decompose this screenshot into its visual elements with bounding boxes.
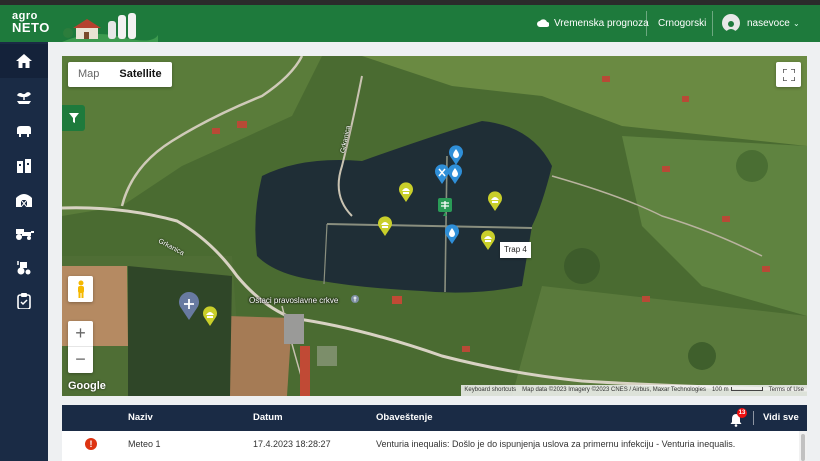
sidebar <box>0 42 48 461</box>
marker-tooltip: Trap 4 <box>500 242 531 258</box>
zoom-in-button[interactable]: + <box>68 321 93 347</box>
sidebar-item-machinery[interactable] <box>0 216 48 250</box>
weather-forecast-link[interactable]: Vremenska prognoza <box>537 5 649 42</box>
barn-icon <box>16 193 32 207</box>
avatar <box>722 14 740 32</box>
username: nasevoce <box>747 18 790 29</box>
zoom-control: + − <box>68 321 93 373</box>
farm-illustration-icon <box>62 13 158 42</box>
column-header-date: Datum <box>253 412 283 423</box>
alert-icon: ! <box>85 438 97 450</box>
sidebar-item-spraying[interactable] <box>0 250 48 284</box>
insect-trap-marker-icon[interactable] <box>377 216 393 236</box>
notifications-table: Naziv Datum Obaveštenje 13 Vidi sve ! Me… <box>62 405 807 461</box>
weather-station-marker-icon[interactable] <box>448 145 464 165</box>
app-logo[interactable]: agro NETO <box>12 11 52 37</box>
scale-label: 100 m <box>711 387 729 393</box>
table-row[interactable]: ! Meteo 1 17.4.2023 18:28:27 Venturia in… <box>62 431 799 461</box>
notification-count-badge: 13 <box>737 408 747 418</box>
tractor-icon <box>16 229 34 240</box>
row-message: Venturia inequalis: Došlo je do ispunjen… <box>376 439 736 449</box>
row-name: Meteo 1 <box>128 439 161 449</box>
chevron-down-icon: ⌄ <box>793 19 800 28</box>
map-filter-button[interactable] <box>62 105 85 131</box>
insect-trap-marker-icon[interactable] <box>480 230 496 250</box>
map-type-satellite-button[interactable]: Satellite <box>109 62 171 87</box>
street-view-pegman[interactable] <box>68 276 93 302</box>
fullscreen-button[interactable] <box>776 62 801 87</box>
insect-trap-marker-icon[interactable] <box>487 191 503 211</box>
weather-label: Vremenska prognoza <box>554 18 649 29</box>
cloud-icon <box>537 19 549 27</box>
map-data-text: Map data ©2023 Imagery ©2023 CNES / Airb… <box>522 387 706 393</box>
scale-bar <box>730 387 763 392</box>
zoom-out-button[interactable]: − <box>68 347 93 373</box>
storage-icon <box>17 159 31 173</box>
home-icon <box>16 54 32 68</box>
place-label: Ostaci pravoslavne crkve <box>249 296 339 305</box>
seedling-icon <box>16 91 31 104</box>
sprayer-icon <box>17 261 31 275</box>
cluster-marker-icon[interactable] <box>178 292 200 320</box>
map-type-control: Map Satellite <box>68 62 172 87</box>
satellite-map[interactable]: Grkanica Grkanica Ostaci pravoslavne crk… <box>62 56 807 396</box>
language-selector[interactable]: Crnogorski <box>658 5 706 42</box>
header-divider <box>712 11 713 36</box>
column-header-message: Obaveštenje <box>376 412 433 423</box>
google-logo: Google <box>68 380 106 392</box>
header-divider <box>753 411 754 425</box>
satellite-imagery <box>62 56 807 396</box>
church-pin-icon <box>351 295 359 303</box>
map-type-map-button[interactable]: Map <box>68 62 109 87</box>
table-header: Naziv Datum Obaveštenje 13 Vidi sve <box>62 405 807 431</box>
row-date: 17.4.2023 18:28:27 <box>253 439 331 449</box>
sidebar-item-reports[interactable] <box>0 284 48 318</box>
user-icon <box>725 21 737 32</box>
weather-station-marker-icon[interactable] <box>444 224 460 244</box>
insect-trap-marker-icon[interactable] <box>202 306 218 326</box>
logo-line2: NETO <box>12 20 50 35</box>
header-divider <box>646 11 647 36</box>
livestock-icon <box>17 125 31 137</box>
app-header: agro NETO Vremenska prognoza Crnogorski … <box>0 5 820 42</box>
clipboard-icon <box>17 293 31 309</box>
pegman-icon <box>77 280 84 298</box>
sidebar-item-storage[interactable] <box>0 148 48 182</box>
view-all-link[interactable]: Vidi sve <box>763 405 799 431</box>
weather-station-marker-icon[interactable] <box>447 164 463 184</box>
table-scrollbar[interactable] <box>799 431 807 461</box>
terms-link[interactable]: Terms of Use <box>766 385 807 396</box>
sidebar-item-home[interactable] <box>0 44 48 78</box>
sidebar-item-barn[interactable] <box>0 182 48 216</box>
column-header-name: Naziv <box>128 412 153 423</box>
map-scale: 100 m <box>709 385 766 396</box>
keyboard-shortcuts-link[interactable]: Keyboard shortcuts <box>461 385 519 396</box>
fullscreen-icon <box>782 68 795 81</box>
filter-icon <box>68 113 79 123</box>
sidebar-item-livestock[interactable] <box>0 114 48 148</box>
insect-trap-marker-icon[interactable] <box>398 182 414 202</box>
station-marker-icon[interactable] <box>437 197 453 217</box>
scrollbar-thumb[interactable] <box>801 434 805 461</box>
map-attribution: Keyboard shortcuts Map data ©2023 Imager… <box>461 385 807 396</box>
sidebar-item-crops[interactable] <box>0 80 48 114</box>
